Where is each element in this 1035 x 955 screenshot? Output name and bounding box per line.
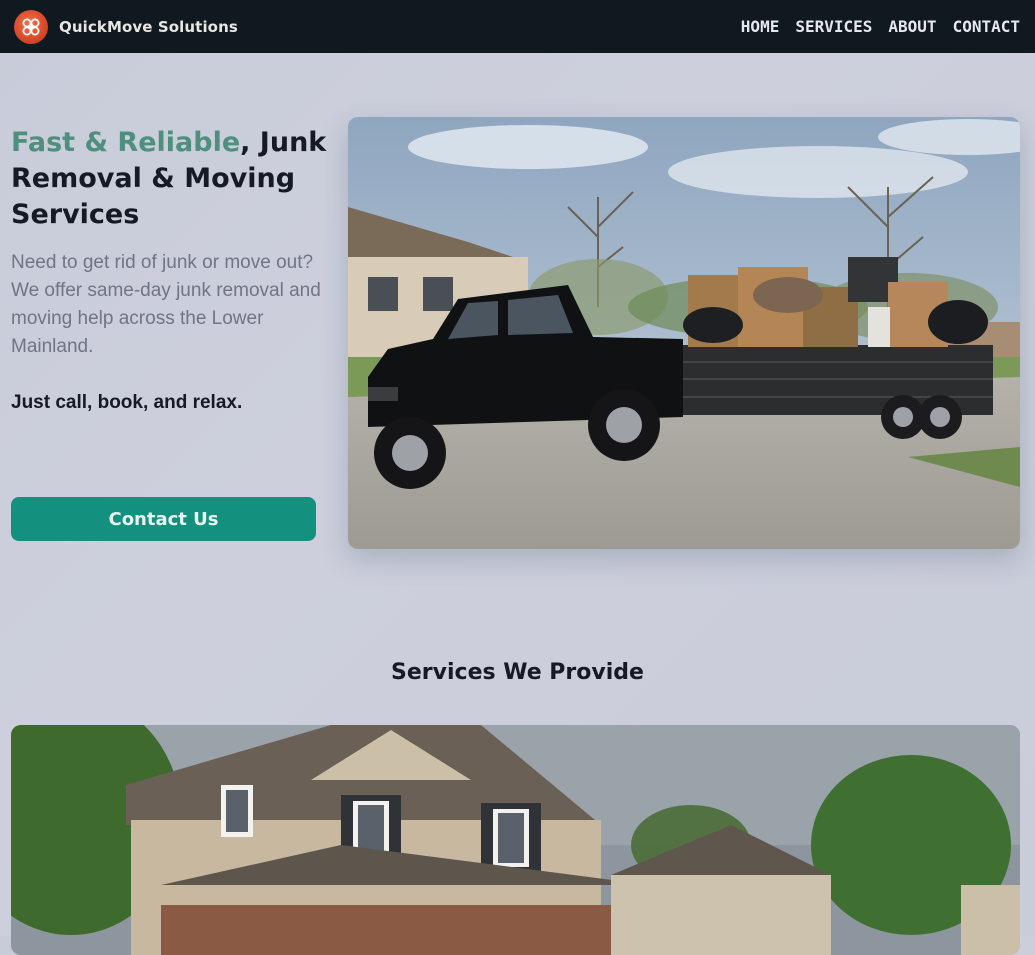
brand-name: QuickMove Solutions [59, 17, 238, 36]
hero-tagline: Just call, book, and relax. [11, 392, 243, 413]
nav-link-services[interactable]: SERVICES [795, 17, 872, 36]
nav-link-about[interactable]: ABOUT [888, 17, 936, 36]
brand-link[interactable]: QuickMove Solutions [14, 9, 238, 44]
nav-links: HOME SERVICES ABOUT CONTACT [741, 17, 1020, 36]
hero-description-line2: We offer same-day junk removal and movin… [11, 280, 321, 357]
house-photo [11, 725, 1020, 955]
hero-description-line1: Need to get rid of junk or move out? [11, 252, 314, 273]
services-heading: Services We Provide [391, 660, 644, 685]
nav-link-contact[interactable]: CONTACT [953, 17, 1020, 36]
hero-title-accent: Fast & Reliable [11, 127, 241, 158]
contact-us-button[interactable]: Contact Us [11, 497, 316, 541]
hero-title: Fast & Reliable, Junk Removal & Moving S… [11, 125, 331, 233]
navbar: QuickMove Solutions HOME SERVICES ABOUT … [0, 0, 1035, 53]
hero-description: Need to get rid of junk or move out? We … [11, 249, 321, 361]
logo-icon [14, 9, 48, 44]
pickup-truck-trailer-photo [348, 117, 1020, 549]
nav-link-home[interactable]: HOME [741, 17, 780, 36]
